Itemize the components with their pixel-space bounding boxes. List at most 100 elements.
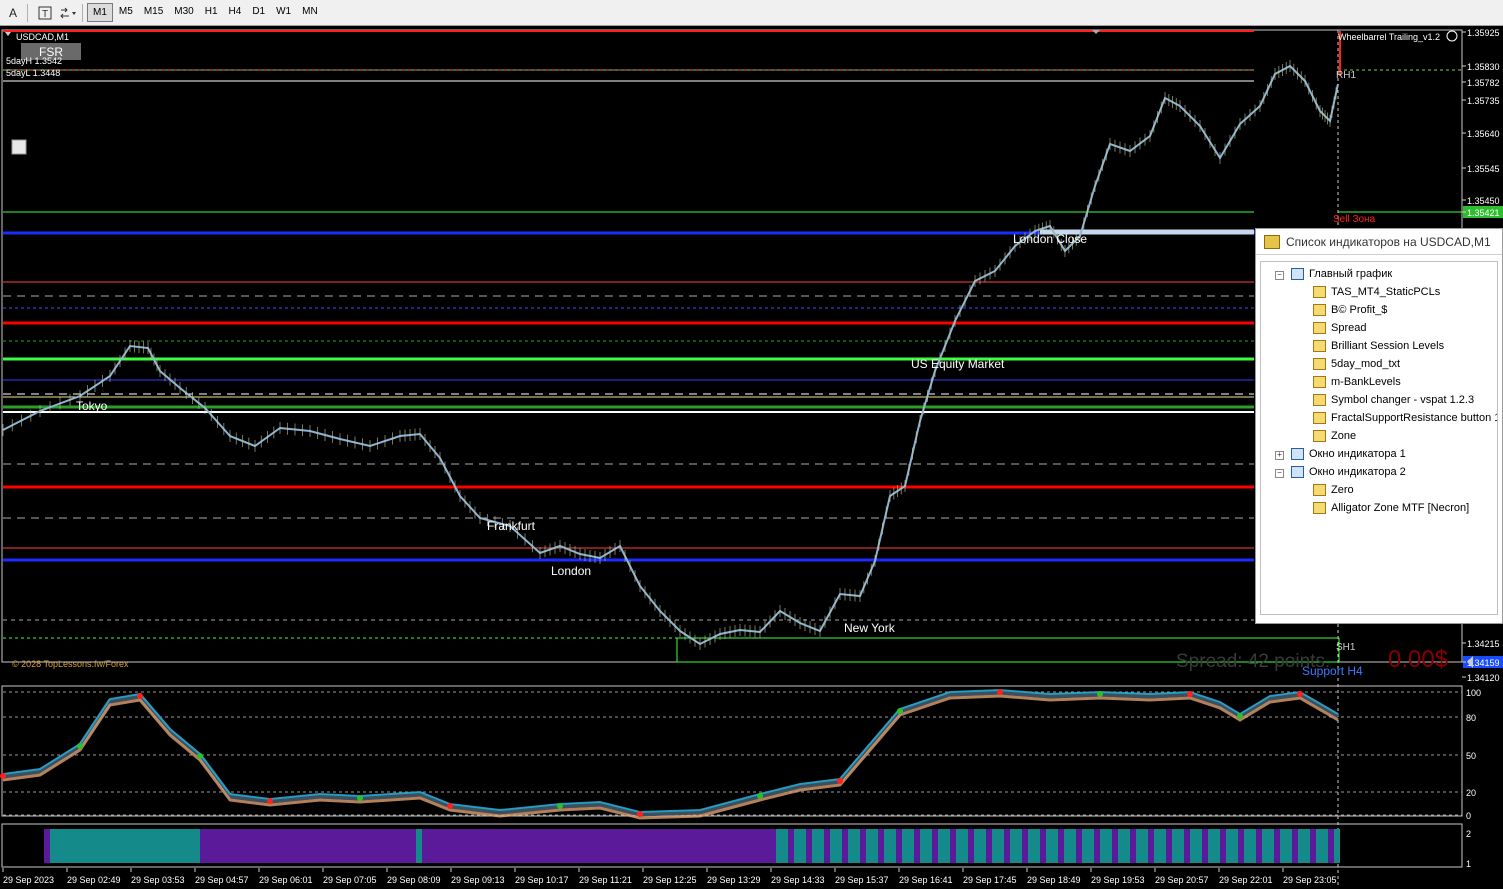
tree-indicator-label: Zone bbox=[1331, 430, 1357, 442]
tree-indicator-item[interactable]: TAS_MT4_StaticPCLs bbox=[1313, 286, 1440, 298]
tree-indicator-item[interactable]: FractalSupportResistance button 1. bbox=[1313, 412, 1498, 424]
zone-bar bbox=[260, 829, 266, 863]
zone-bar bbox=[284, 829, 290, 863]
timeframe-button-h4[interactable]: H4 bbox=[224, 3, 247, 22]
zone-bar bbox=[1262, 829, 1268, 863]
spread-label: Spread: 42 points. bbox=[1176, 651, 1330, 672]
zone-bar bbox=[116, 829, 122, 863]
zone-bar bbox=[392, 829, 398, 863]
zone-bar bbox=[452, 829, 458, 863]
tree-indicator-item[interactable]: 5day_mod_txt bbox=[1313, 358, 1400, 370]
indicator-tree[interactable]: − Главный график TAS_MT4_StaticPCLs B© Prof… bbox=[1260, 261, 1498, 615]
zone-bar bbox=[902, 829, 908, 863]
zone-bar bbox=[872, 829, 878, 863]
tree-expand-toggle[interactable]: − bbox=[1275, 469, 1284, 478]
zone-bar bbox=[1004, 829, 1010, 863]
text-label-icon[interactable]: T bbox=[35, 3, 55, 23]
alligator-signal-dot bbox=[1297, 691, 1303, 697]
zone-bar bbox=[302, 829, 308, 863]
tree-expand-toggle[interactable]: − bbox=[1275, 271, 1284, 280]
zone-bar bbox=[716, 829, 722, 863]
tree-indicator-item[interactable]: Zero bbox=[1313, 484, 1354, 496]
time-axis-label: 29 Sep 09:13 bbox=[451, 875, 505, 885]
tree-expand-toggle[interactable]: + bbox=[1275, 451, 1284, 460]
tree-group-label: Главный график bbox=[1309, 268, 1393, 280]
timeframe-button-m30[interactable]: M30 bbox=[169, 3, 198, 22]
zone-bar bbox=[1076, 829, 1082, 863]
tree-indicator-item[interactable]: B© Profit_$ bbox=[1313, 304, 1387, 316]
zone-bar bbox=[1124, 829, 1130, 863]
indicator-axis-label: 0 bbox=[1466, 811, 1471, 821]
tree-indicator-label: FractalSupportResistance button 1. bbox=[1331, 412, 1498, 424]
zone-bar bbox=[458, 829, 464, 863]
indicator-list-title: Список индикаторов на USDCAD,M1 bbox=[1256, 229, 1502, 255]
time-axis-label: 29 Sep 20:57 bbox=[1155, 875, 1209, 885]
zone-bar bbox=[530, 829, 536, 863]
symbol-label: USDCAD,M1 bbox=[16, 32, 69, 42]
zone-bar bbox=[272, 829, 278, 863]
zone-bar bbox=[1226, 829, 1232, 863]
alligator-signal-dot bbox=[757, 793, 763, 799]
indicator-list-window[interactable]: Список индикаторов на USDCAD,M1 − Главный… bbox=[1255, 228, 1503, 624]
zone-bar bbox=[44, 829, 50, 863]
zone-bar bbox=[1190, 829, 1196, 863]
zone-bar bbox=[656, 829, 662, 863]
session-label: London Close bbox=[1013, 232, 1087, 246]
zone-bar bbox=[1220, 829, 1226, 863]
zone-bar bbox=[890, 829, 896, 863]
tree-indicator-item[interactable]: Brilliant Session Levels bbox=[1313, 340, 1444, 352]
alligator-signal-dot bbox=[557, 803, 563, 809]
tree-indicator-label: B© Profit_$ bbox=[1331, 304, 1388, 316]
zone-bar bbox=[680, 829, 686, 863]
timeframe-button-h1[interactable]: H1 bbox=[200, 3, 223, 22]
zone-bar bbox=[944, 829, 950, 863]
zone-bar bbox=[686, 829, 692, 863]
time-axis-label: 29 Sep 13:29 bbox=[707, 875, 761, 885]
timeframe-button-d1[interactable]: D1 bbox=[247, 3, 270, 22]
zone-bar bbox=[1244, 829, 1250, 863]
zone-bar bbox=[572, 829, 578, 863]
timeframe-button-m1[interactable]: M1 bbox=[87, 3, 113, 22]
zone-bar bbox=[242, 829, 248, 863]
session-label: US Equity Market bbox=[911, 357, 1005, 371]
timeframe-button-w1[interactable]: W1 bbox=[271, 3, 296, 22]
tree-indicator-item[interactable]: Symbol changer - vspat 1.2.3 bbox=[1313, 394, 1474, 406]
zone-bar bbox=[596, 829, 602, 863]
timeframe-button-m5[interactable]: M5 bbox=[114, 3, 138, 22]
zone-bar bbox=[1028, 829, 1034, 863]
alligator-signal-dot bbox=[447, 803, 453, 809]
zone-bar bbox=[1250, 829, 1256, 863]
timeframe-button-mn[interactable]: MN bbox=[297, 3, 323, 22]
tree-group-2[interactable]: Окно индикатора 2 bbox=[1291, 466, 1406, 478]
tree-indicator-label: 5day_mod_txt bbox=[1331, 358, 1401, 370]
tree-indicator-item[interactable]: Zone bbox=[1313, 430, 1356, 442]
tree-indicator-item[interactable]: Spread bbox=[1313, 322, 1366, 334]
alligator-signal-dot bbox=[0, 773, 6, 779]
zone-bar bbox=[968, 829, 974, 863]
tree-group-0[interactable]: Главный график bbox=[1291, 268, 1392, 280]
zone-bar bbox=[1130, 829, 1136, 863]
zone-bar bbox=[812, 829, 818, 863]
time-axis-label: 29 Sep 19:53 bbox=[1091, 875, 1145, 885]
time-axis-label: 29 Sep 06:01 bbox=[259, 875, 313, 885]
price-axis-label: 1.35450 bbox=[1467, 196, 1500, 206]
tree-indicator-item[interactable]: Alligator Zone MTF [Necron] bbox=[1313, 502, 1469, 514]
time-axis-label: 29 Sep 08:09 bbox=[387, 875, 441, 885]
text-A-icon[interactable]: A bbox=[3, 3, 23, 23]
arrows-icon[interactable] bbox=[58, 3, 78, 23]
timeframe-button-m15[interactable]: M15 bbox=[139, 3, 168, 22]
tree-indicator-item[interactable]: m-BankLevels bbox=[1313, 376, 1401, 388]
ea-smiley-icon bbox=[1446, 30, 1458, 42]
indicator-icon bbox=[1313, 394, 1326, 406]
indicator-window-1-frame bbox=[1, 685, 1463, 817]
zone-bar bbox=[56, 829, 62, 863]
session-label: New York bbox=[844, 621, 896, 635]
zone-bar bbox=[860, 829, 866, 863]
zone-bar bbox=[776, 829, 782, 863]
chart-window-icon bbox=[1291, 466, 1304, 478]
tree-group-1[interactable]: Окно индикатора 1 bbox=[1291, 448, 1406, 460]
zone-bar bbox=[50, 829, 56, 863]
zone-bar bbox=[86, 829, 92, 863]
tree-indicator-label: Spread bbox=[1331, 322, 1367, 334]
zone-bar bbox=[896, 829, 902, 863]
